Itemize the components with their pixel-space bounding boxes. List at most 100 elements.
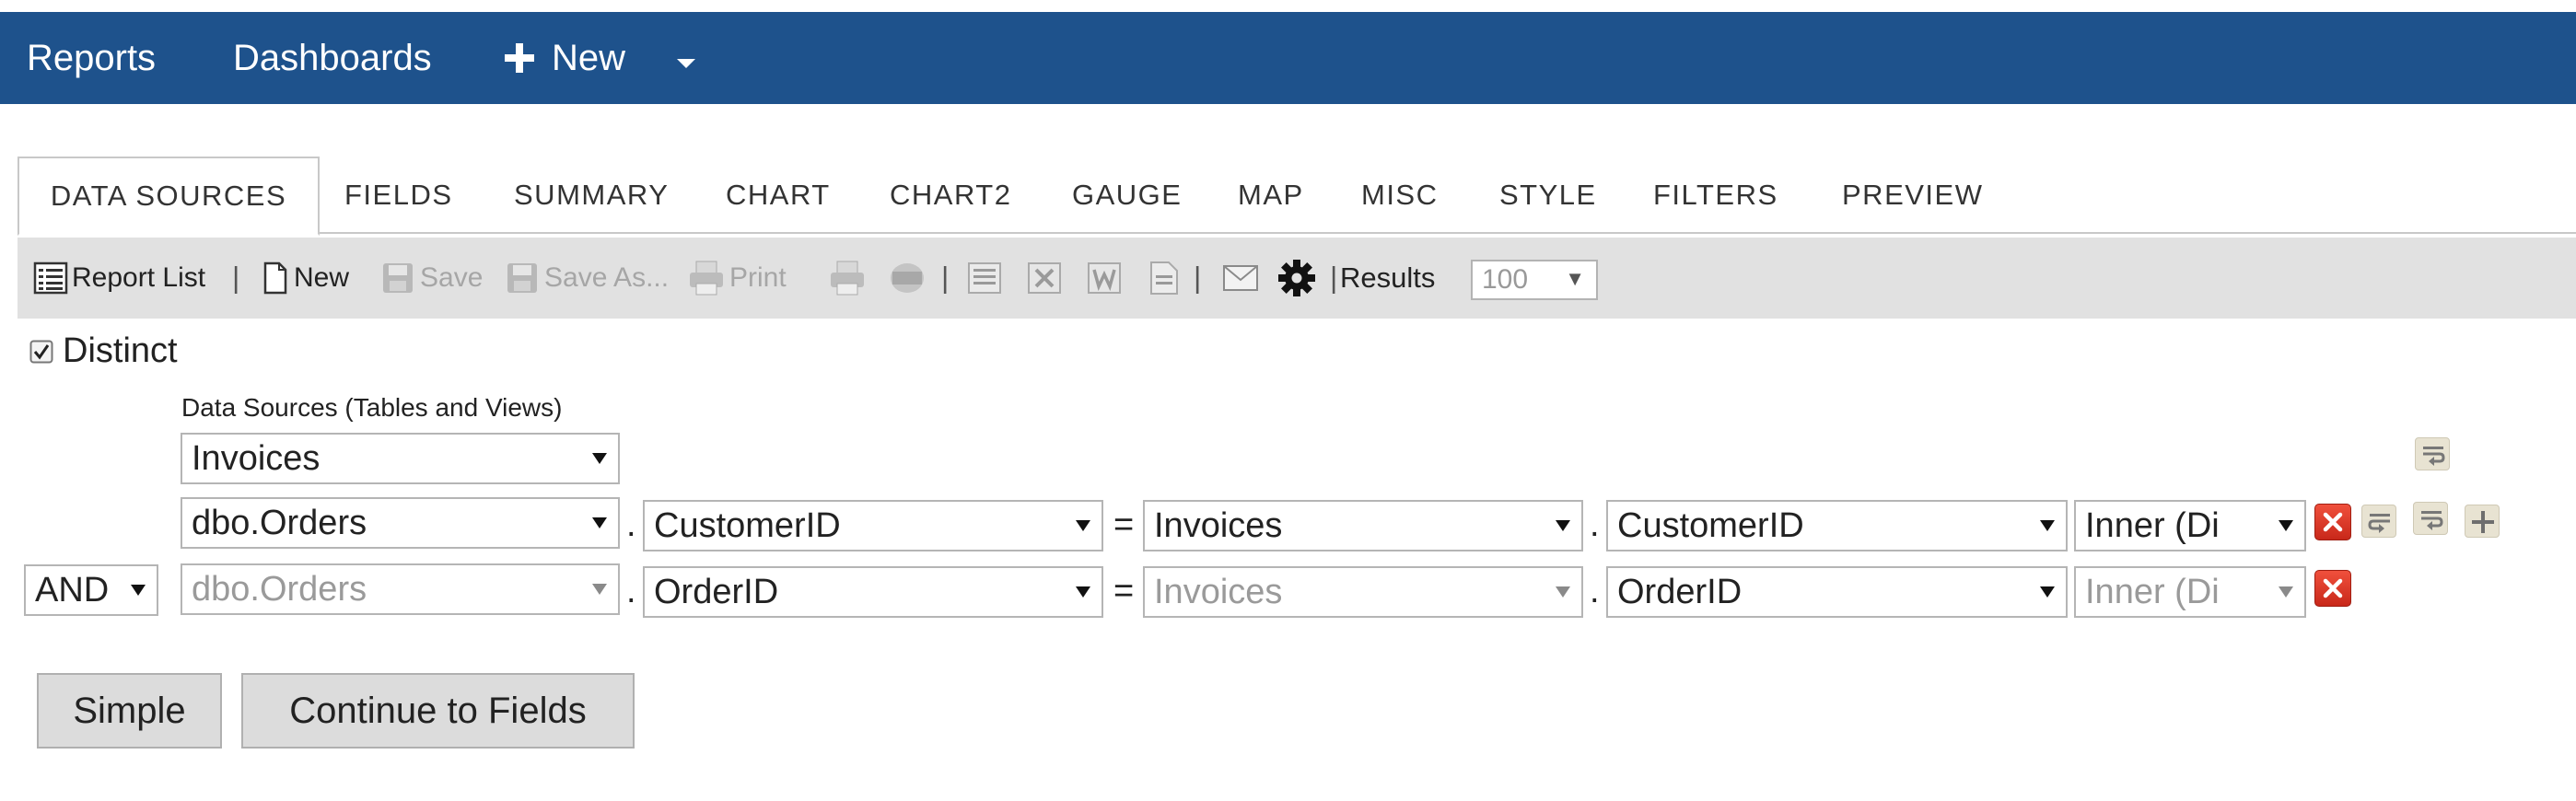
nav-new-dropdown-toggle[interactable] — [676, 40, 696, 76]
export-text-button[interactable] — [1148, 261, 1180, 296]
save-button[interactable]: Save — [381, 261, 483, 295]
word-icon — [1088, 262, 1121, 294]
primary-datasource-select[interactable]: Invoices — [181, 433, 620, 484]
wrap-icon — [2423, 447, 2445, 466]
export-excel-button[interactable] — [1026, 261, 1063, 296]
chevron-down-icon — [592, 453, 607, 464]
new-document-icon — [263, 261, 287, 295]
wrap-joins-button[interactable] — [2415, 437, 2450, 470]
join2-left-field-select[interactable]: OrderID — [643, 566, 1103, 618]
nav-new-button[interactable]: New — [502, 40, 625, 76]
close-icon — [2323, 578, 2343, 598]
nav-reports[interactable]: Reports — [27, 40, 156, 76]
tab-map[interactable]: MAP — [1238, 157, 1304, 234]
print-button[interactable]: Print — [687, 260, 787, 296]
chevron-down-icon — [1076, 520, 1090, 531]
new-report-button[interactable]: New — [262, 261, 349, 295]
equals-sign: = — [1113, 505, 1135, 544]
tab-style[interactable]: STYLE — [1499, 157, 1597, 234]
list-icon — [33, 261, 68, 295]
remove-join2-button[interactable] — [2314, 570, 2351, 607]
distinct-option[interactable]: Distinct — [29, 331, 178, 371]
join1-right-table-value: Invoices — [1154, 505, 1283, 545]
chevron-down-icon — [2279, 520, 2293, 531]
dot-separator: . — [1590, 572, 1600, 610]
chevron-down-icon — [1556, 520, 1570, 531]
save-label: Save — [420, 262, 484, 293]
wrap-join-button[interactable] — [2413, 502, 2448, 535]
results-count-value: 100 — [1482, 264, 1529, 295]
tab-data-sources[interactable]: DATA SOURCES — [17, 157, 320, 236]
join1-type-select[interactable]: Inner (Di — [2074, 500, 2306, 551]
dropdown-arrow-icon: ▼ — [1565, 267, 1585, 290]
chevron-down-icon — [1556, 586, 1570, 598]
join1-table-select[interactable]: dbo.Orders — [181, 497, 620, 549]
new-report-label: New — [294, 262, 350, 293]
toolbar-separator: | — [232, 261, 240, 295]
dot-separator: . — [1590, 505, 1600, 544]
save-as-button[interactable]: Save As... — [506, 261, 669, 295]
join1-right-table-select[interactable]: Invoices — [1143, 500, 1583, 551]
join2-right-table-select[interactable]: Invoices — [1143, 566, 1583, 618]
join2-table-select[interactable]: dbo.Orders — [181, 563, 620, 615]
join1-type-value: Inner (Di — [2085, 505, 2220, 545]
gear-icon — [1278, 260, 1315, 296]
sql-button[interactable] — [888, 260, 927, 296]
nav-new-label: New — [552, 38, 626, 78]
html-print-button[interactable] — [828, 260, 867, 296]
toolbar-separator: | — [1330, 261, 1338, 295]
email-button[interactable] — [1222, 264, 1259, 292]
join1-left-field-value: CustomerID — [654, 505, 841, 545]
tab-chart[interactable]: CHART — [726, 157, 831, 234]
join2-type-select[interactable]: Inner (Di — [2074, 566, 2306, 618]
equals-sign: = — [1113, 572, 1135, 610]
tab-summary[interactable]: SUMMARY — [514, 157, 669, 234]
csv-export-icon — [968, 262, 1001, 294]
tab-misc[interactable]: MISC — [1361, 157, 1439, 234]
chevron-down-icon — [2279, 586, 2293, 598]
unwrap-join-button[interactable] — [2361, 505, 2396, 538]
results-count-select[interactable]: 100 ▼ — [1471, 260, 1598, 300]
join2-right-field-select[interactable]: OrderID — [1606, 566, 2068, 618]
join1-left-field-select[interactable]: CustomerID — [643, 500, 1103, 551]
tab-fields[interactable]: FIELDS — [344, 157, 453, 234]
datasources-heading: Data Sources (Tables and Views) — [181, 393, 563, 422]
plus-icon — [2472, 511, 2494, 533]
results-label: Results — [1340, 261, 1436, 294]
top-nav-bar: Reports Dashboards New — [0, 12, 2576, 104]
continue-to-fields-button[interactable]: Continue to Fields — [241, 673, 635, 749]
join1-right-field-select[interactable]: CustomerID — [1606, 500, 2068, 551]
chevron-down-icon — [592, 517, 607, 528]
report-list-label: Report List — [72, 262, 206, 293]
chevron-down-icon — [131, 585, 146, 596]
text-document-icon — [1150, 261, 1178, 295]
tab-gauge[interactable]: GAUGE — [1072, 157, 1182, 234]
tab-bar: DATA SOURCES FIELDS SUMMARY CHART CHART2… — [17, 157, 2576, 236]
sql-icon — [891, 263, 924, 293]
simple-button[interactable]: Simple — [37, 673, 222, 749]
settings-button[interactable] — [1277, 259, 1316, 297]
join2-conjunction-value: AND — [35, 570, 110, 609]
wrap-icon — [2421, 511, 2443, 530]
tab-preview[interactable]: PREVIEW — [1842, 157, 1983, 234]
save-disk-icon — [383, 263, 413, 293]
report-list-button[interactable]: Report List — [33, 261, 205, 295]
chevron-down-icon — [1076, 586, 1090, 598]
checkbox-checked-icon[interactable] — [29, 340, 53, 364]
tab-filters[interactable]: FILTERS — [1653, 157, 1778, 234]
export-word-button[interactable] — [1086, 261, 1123, 296]
unwrap-icon — [2368, 514, 2390, 533]
export-csv-button[interactable] — [966, 261, 1003, 296]
nav-dashboards[interactable]: Dashboards — [233, 40, 432, 76]
excel-icon — [1028, 262, 1061, 294]
join1-right-field-value: CustomerID — [1617, 505, 1804, 545]
tab-chart2[interactable]: CHART2 — [890, 157, 1011, 234]
join2-conjunction-select[interactable]: AND — [24, 564, 158, 616]
add-join-condition-button[interactable] — [2465, 505, 2500, 538]
join2-right-field-value: OrderID — [1617, 572, 1743, 611]
join2-type-value: Inner (Di — [2085, 572, 2220, 611]
save-as-disk-icon — [507, 263, 537, 293]
envelope-icon — [1223, 265, 1258, 291]
distinct-label: Distinct — [63, 331, 178, 370]
remove-join1-button[interactable] — [2314, 504, 2351, 540]
